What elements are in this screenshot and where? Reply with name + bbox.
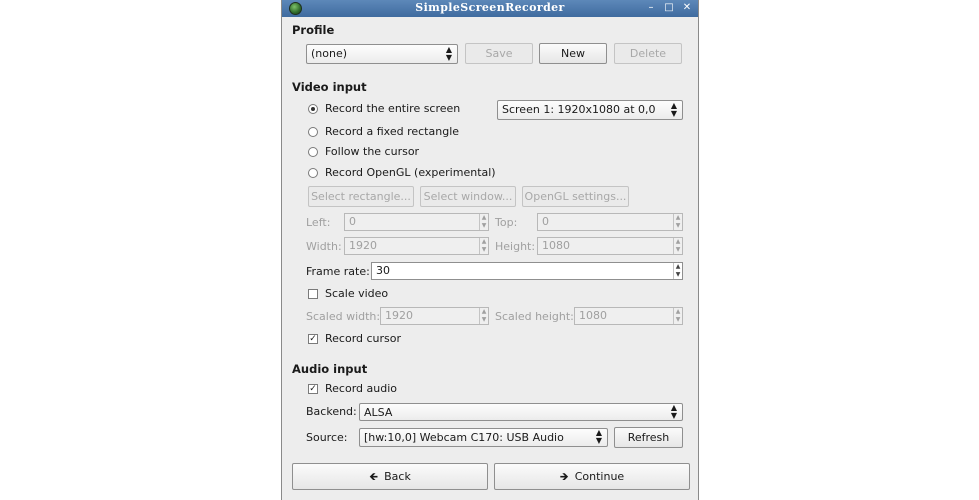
arrow-left-icon: 🡸 <box>369 470 379 483</box>
spin-arrows-icon: ▲ ▼ <box>479 308 488 324</box>
profile-select[interactable]: (none) ▲ ▼ <box>306 44 458 64</box>
continue-button[interactable]: 🡺 Continue <box>494 463 690 490</box>
backend-value: ALSA <box>364 406 393 419</box>
radio-record-opengl-label: Record OpenGL (experimental) <box>325 166 496 179</box>
scale-video-checkbox[interactable] <box>308 289 318 299</box>
screen-select-value: Screen 1: 1920x1080 at 0,0 <box>502 103 656 116</box>
framerate-value: 30 <box>376 264 390 277</box>
scaled-height-label: Scaled height: <box>495 310 574 323</box>
width-label: Width: <box>306 240 342 253</box>
source-select[interactable]: [hw:10,0] Webcam C170: USB Audio ▲ ▼ <box>359 428 608 447</box>
left-label: Left: <box>306 216 331 229</box>
top-label: Top: <box>495 216 518 229</box>
save-button[interactable]: Save <box>465 43 533 64</box>
window-title: SimpleScreenRecorder <box>415 1 565 14</box>
record-cursor-label: Record cursor <box>325 332 402 345</box>
spin-arrows-icon: ▲ ▼ <box>673 214 682 230</box>
width-spinbox[interactable]: 1920 ▲ ▼ <box>344 237 489 255</box>
chevron-updown-icon: ▲ ▼ <box>670 101 678 118</box>
screen-select[interactable]: Screen 1: 1920x1080 at 0,0 ▲ ▼ <box>497 100 683 120</box>
radio-entire-screen[interactable] <box>308 104 318 114</box>
refresh-button[interactable]: Refresh <box>614 427 683 448</box>
scale-video-label: Scale video <box>325 287 389 300</box>
width-value: 1920 <box>349 239 377 252</box>
spin-arrows-icon: ▲ ▼ <box>673 308 682 324</box>
scaled-height-value: 1080 <box>579 309 607 322</box>
maximize-icon[interactable]: □ <box>662 1 676 15</box>
profile-heading: Profile <box>292 23 335 37</box>
spin-arrows-icon: ▲ ▼ <box>479 238 488 254</box>
record-cursor-checkbox[interactable]: ✓ <box>308 334 318 344</box>
backend-label: Backend: <box>306 405 357 418</box>
scaled-width-label: Scaled width: <box>306 310 381 323</box>
opengl-settings-button[interactable]: OpenGL settings... <box>522 186 629 207</box>
spin-arrows-icon: ▲ ▼ <box>673 238 682 254</box>
left-spinbox[interactable]: 0 ▲ ▼ <box>344 213 489 231</box>
spin-arrows-icon: ▲ ▼ <box>479 214 488 230</box>
scaled-height-spinbox[interactable]: 1080 ▲ ▼ <box>574 307 683 325</box>
chevron-updown-icon: ▲ ▼ <box>445 45 453 62</box>
height-label: Height: <box>495 240 536 253</box>
record-audio-label: Record audio <box>325 382 397 395</box>
radio-record-opengl[interactable] <box>308 168 318 178</box>
back-label: Back <box>384 470 411 483</box>
top-spinbox[interactable]: 0 ▲ ▼ <box>537 213 683 231</box>
framerate-spinbox[interactable]: 30 ▲ ▼ <box>371 262 683 280</box>
scaled-width-value: 1920 <box>385 309 413 322</box>
audio-input-heading: Audio input <box>292 362 368 376</box>
chevron-updown-icon: ▲ ▼ <box>595 428 603 445</box>
top-value: 0 <box>542 215 549 228</box>
source-label: Source: <box>306 431 348 444</box>
new-button[interactable]: New <box>539 43 607 64</box>
radio-fixed-rectangle-label: Record a fixed rectangle <box>325 125 460 138</box>
source-value: [hw:10,0] Webcam C170: USB Audio <box>364 431 564 444</box>
arrow-right-icon: 🡺 <box>559 470 569 483</box>
select-window-button[interactable]: Select window... <box>420 186 516 207</box>
framerate-label: Frame rate: <box>306 265 370 278</box>
radio-follow-cursor-label: Follow the cursor <box>325 145 420 158</box>
profile-select-value: (none) <box>311 47 348 60</box>
record-audio-checkbox[interactable]: ✓ <box>308 384 318 394</box>
left-value: 0 <box>349 215 356 228</box>
select-rectangle-button[interactable]: Select rectangle... <box>308 186 414 207</box>
back-button[interactable]: 🡸 Back <box>292 463 488 490</box>
app-window: SimpleScreenRecorder – □ ✕ Profile (none… <box>281 0 699 500</box>
backend-select[interactable]: ALSA ▲ ▼ <box>359 403 683 421</box>
radio-entire-screen-label: Record the entire screen <box>325 102 461 115</box>
title-bar[interactable]: SimpleScreenRecorder – □ ✕ <box>282 0 698 17</box>
close-icon[interactable]: ✕ <box>680 1 694 15</box>
scaled-width-spinbox[interactable]: 1920 ▲ ▼ <box>380 307 489 325</box>
chevron-updown-icon: ▲ ▼ <box>670 403 678 420</box>
minimize-icon[interactable]: – <box>644 1 658 15</box>
video-input-heading: Video input <box>292 80 367 94</box>
height-spinbox[interactable]: 1080 ▲ ▼ <box>537 237 683 255</box>
height-value: 1080 <box>542 239 570 252</box>
spin-arrows-icon: ▲ ▼ <box>673 263 682 279</box>
radio-follow-cursor[interactable] <box>308 147 318 157</box>
delete-button[interactable]: Delete <box>614 43 682 64</box>
continue-label: Continue <box>574 470 625 483</box>
radio-fixed-rectangle[interactable] <box>308 127 318 137</box>
